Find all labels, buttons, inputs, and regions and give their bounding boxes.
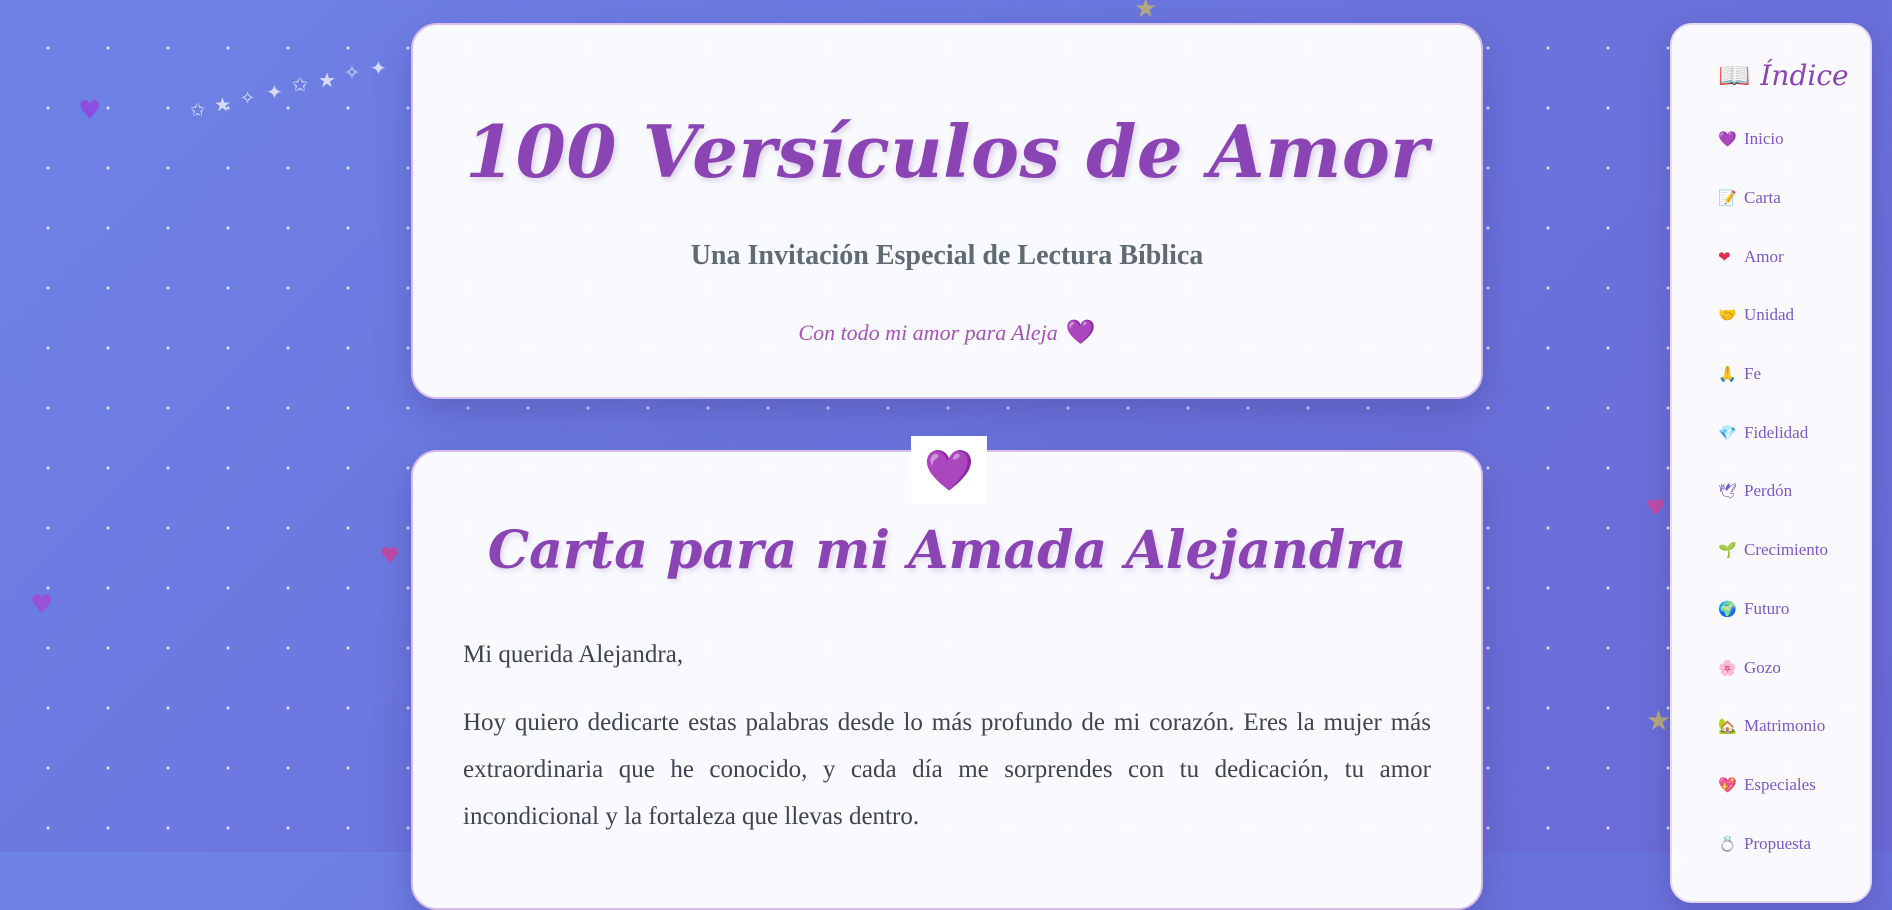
index-sidebar: 📖 Índice 💜 Inicio 📝 Carta ❤ Amor 🤝 Unidad 🙏 F…: [1670, 23, 1872, 903]
nav-item-label: Fidelidad: [1744, 422, 1809, 442]
nav-item-matrimonio[interactable]: 🏡 Matrimonio: [1718, 697, 1870, 756]
nav-item-label: Carta: [1744, 188, 1781, 208]
purple-heart-icon: 💜: [1718, 130, 1737, 149]
sidebar-title: 📖 Índice: [1718, 59, 1870, 92]
sparkling-heart-icon: 💖: [1718, 775, 1737, 794]
star-icon: ✦: [370, 56, 387, 80]
nav-item-label: Futuro: [1744, 598, 1790, 618]
nav-item-label: Perdón: [1744, 481, 1793, 501]
star-icon: ★: [1646, 704, 1672, 737]
nav-item-label: Fe: [1744, 364, 1761, 384]
star-icon: ✩: [190, 100, 206, 121]
page-title: 100 Versículos de Amor: [465, 109, 1429, 194]
nav-item-gozo[interactable]: 🌸 Gozo: [1718, 638, 1870, 697]
nav-item-label: Crecimiento: [1744, 540, 1829, 560]
letter-paragraph: Hoy quiero dedicarte estas palabras desd…: [463, 709, 1431, 830]
dove-icon: 🕊: [1718, 482, 1738, 501]
nav-item-amor[interactable]: ❤ Amor: [1718, 227, 1870, 286]
purple-heart-icon: 💜: [911, 436, 987, 504]
seedling-icon: 🌱: [1718, 541, 1737, 560]
handshake-icon: 🤝: [1718, 306, 1737, 325]
memo-icon: 📝: [1718, 189, 1737, 208]
sidebar-title-text: Índice: [1760, 59, 1849, 92]
star-icon: ★: [1134, 0, 1158, 24]
purple-heart-icon: 💜: [1065, 318, 1096, 346]
red-heart-icon: ❤: [1718, 247, 1731, 266]
star-icon: ★: [318, 68, 336, 92]
nav-item-fe[interactable]: 🙏 Fe: [1718, 345, 1870, 404]
nav-list: 💜 Inicio 📝 Carta ❤ Amor 🤝 Unidad 🙏 Fe 💎 Fideli…: [1718, 110, 1870, 873]
globe-icon: 🌍: [1718, 599, 1737, 618]
star-icon: ✧: [240, 88, 256, 109]
house-icon: 🏡: [1718, 717, 1737, 736]
star-icon: ★: [214, 94, 232, 116]
letter-card: 💜 Carta para mi Amada Alejandra Mi queri…: [411, 436, 1483, 910]
nav-item-label: Amor: [1744, 246, 1784, 266]
nav-item-inicio[interactable]: 💜 Inicio: [1718, 110, 1870, 169]
nav-item-label: Especiales: [1744, 774, 1816, 794]
nav-item-label: Gozo: [1744, 657, 1781, 677]
heart-icon: ♥: [30, 590, 54, 620]
nav-item-unidad[interactable]: 🤝 Unidad: [1718, 286, 1870, 345]
dedication-line: Con todo mi amor para Aleja 💜: [413, 318, 1481, 346]
nav-item-label: Unidad: [1744, 305, 1795, 325]
nav-item-fidelidad[interactable]: 💎 Fidelidad: [1718, 403, 1870, 462]
nav-item-crecimiento[interactable]: 🌱 Crecimiento: [1718, 521, 1870, 580]
nav-item-label: Inicio: [1744, 129, 1784, 149]
hero-card: 100 Versículos de Amor Una Invitación Es…: [411, 23, 1483, 399]
blossom-icon: 🌸: [1718, 658, 1737, 677]
page-subtitle: Una Invitación Especial de Lectura Bíbli…: [690, 240, 1204, 271]
star-icon: ✧: [344, 62, 360, 84]
nav-item-carta[interactable]: 📝 Carta: [1718, 169, 1870, 228]
gem-icon: 💎: [1718, 423, 1737, 442]
star-icon: ✩: [292, 74, 308, 96]
star-icon: ✦: [266, 80, 283, 104]
dedication-text: Con todo mi amor para Aleja: [798, 320, 1058, 345]
heart-icon: ♥: [1646, 496, 1666, 521]
nav-item-propuesta[interactable]: 💍 Propuesta: [1718, 814, 1870, 873]
nav-item-especiales[interactable]: 💖 Especiales: [1718, 756, 1870, 815]
ring-icon: 💍: [1718, 834, 1737, 853]
nav-item-futuro[interactable]: 🌍 Futuro: [1718, 580, 1870, 639]
nav-item-perdon[interactable]: 🕊 Perdón: [1718, 462, 1870, 521]
praying-hands-icon: 🙏: [1718, 365, 1737, 384]
heart-icon: ♥: [380, 544, 400, 569]
nav-item-label: Matrimonio: [1744, 716, 1826, 736]
letter-greeting: Mi querida Alejandra,: [463, 641, 684, 668]
book-icon: 📖: [1718, 60, 1751, 91]
nav-item-label: Propuesta: [1744, 833, 1812, 853]
heart-icon: ♥: [78, 96, 102, 126]
